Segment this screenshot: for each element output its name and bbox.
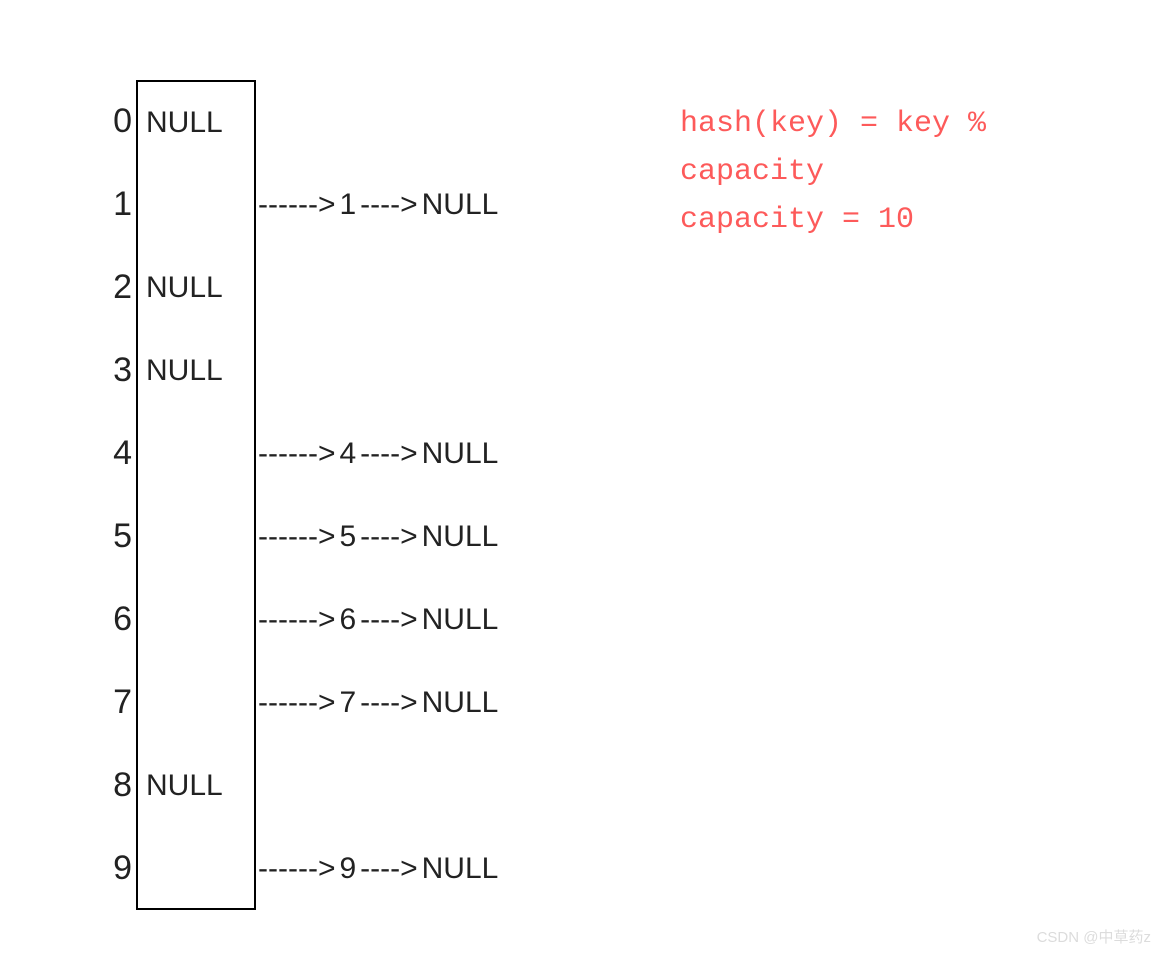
formula-line: hash(key) = key % (680, 107, 986, 141)
arrow-icon: ----> (358, 852, 419, 886)
arrow-icon: ------> (256, 852, 337, 886)
bucket-slot (136, 578, 256, 661)
bucket-chain: ------> 9 ----> NULL (256, 852, 500, 886)
bucket-row: 0 NULL (96, 80, 500, 163)
bucket-row: 1 ------> 1 ----> NULL (96, 163, 500, 246)
arrow-icon: ------> (256, 188, 337, 222)
bucket-row: 2 NULL (96, 246, 500, 329)
hash-formula: hash(key) = key % capacity capacity = 10 (680, 100, 986, 244)
chain-value: 5 (337, 520, 358, 554)
bucket-chain: ------> 6 ----> NULL (256, 603, 500, 637)
bucket-index: 3 (96, 351, 136, 390)
chain-null: NULL (420, 603, 501, 637)
bucket-chain: ------> 4 ----> NULL (256, 437, 500, 471)
bucket-index: 5 (96, 517, 136, 556)
bucket-index: 6 (96, 600, 136, 639)
bucket-slot (136, 495, 256, 578)
hash-table-diagram: 0 NULL 1 ------> 1 ----> NULL 2 NULL 3 N… (96, 80, 500, 910)
chain-null: NULL (420, 852, 501, 886)
bucket-index: 7 (96, 683, 136, 722)
bucket-index: 8 (96, 766, 136, 805)
bucket-chain: ------> 7 ----> NULL (256, 686, 500, 720)
bucket-chain: ------> 1 ----> NULL (256, 188, 500, 222)
chain-null: NULL (420, 520, 501, 554)
chain-null: NULL (420, 188, 501, 222)
arrow-icon: ----> (358, 686, 419, 720)
chain-value: 9 (337, 852, 358, 886)
chain-null: NULL (420, 686, 501, 720)
bucket-chain: ------> 5 ----> NULL (256, 520, 500, 554)
bucket-index: 1 (96, 185, 136, 224)
bucket-row: 4 ------> 4 ----> NULL (96, 412, 500, 495)
bucket-slot (136, 412, 256, 495)
chain-value: 1 (337, 188, 358, 222)
bucket-slot: NULL (136, 246, 256, 329)
arrow-icon: ----> (358, 520, 419, 554)
bucket-slot: NULL (136, 80, 256, 163)
bucket-row: 5 ------> 5 ----> NULL (96, 495, 500, 578)
bucket-row: 7 ------> 7 ----> NULL (96, 661, 500, 744)
arrow-icon: ----> (358, 437, 419, 471)
arrow-icon: ------> (256, 686, 337, 720)
bucket-index: 2 (96, 268, 136, 307)
chain-value: 4 (337, 437, 358, 471)
formula-line: capacity = 10 (680, 203, 914, 237)
arrow-icon: ------> (256, 437, 337, 471)
bucket-slot (136, 163, 256, 246)
bucket-slot (136, 827, 256, 910)
chain-value: 7 (337, 686, 358, 720)
formula-line: capacity (680, 155, 824, 189)
bucket-row: 3 NULL (96, 329, 500, 412)
bucket-row: 9 ------> 9 ----> NULL (96, 827, 500, 910)
bucket-index: 9 (96, 849, 136, 888)
bucket-slot: NULL (136, 744, 256, 827)
arrow-icon: ------> (256, 520, 337, 554)
chain-null: NULL (420, 437, 501, 471)
watermark: CSDN @中草药z (1037, 926, 1151, 947)
bucket-index: 4 (96, 434, 136, 473)
arrow-icon: ----> (358, 188, 419, 222)
bucket-row: 8 NULL (96, 744, 500, 827)
bucket-slot: NULL (136, 329, 256, 412)
bucket-row: 6 ------> 6 ----> NULL (96, 578, 500, 661)
bucket-index: 0 (96, 102, 136, 141)
arrow-icon: ----> (358, 603, 419, 637)
arrow-icon: ------> (256, 603, 337, 637)
chain-value: 6 (337, 603, 358, 637)
bucket-slot (136, 661, 256, 744)
